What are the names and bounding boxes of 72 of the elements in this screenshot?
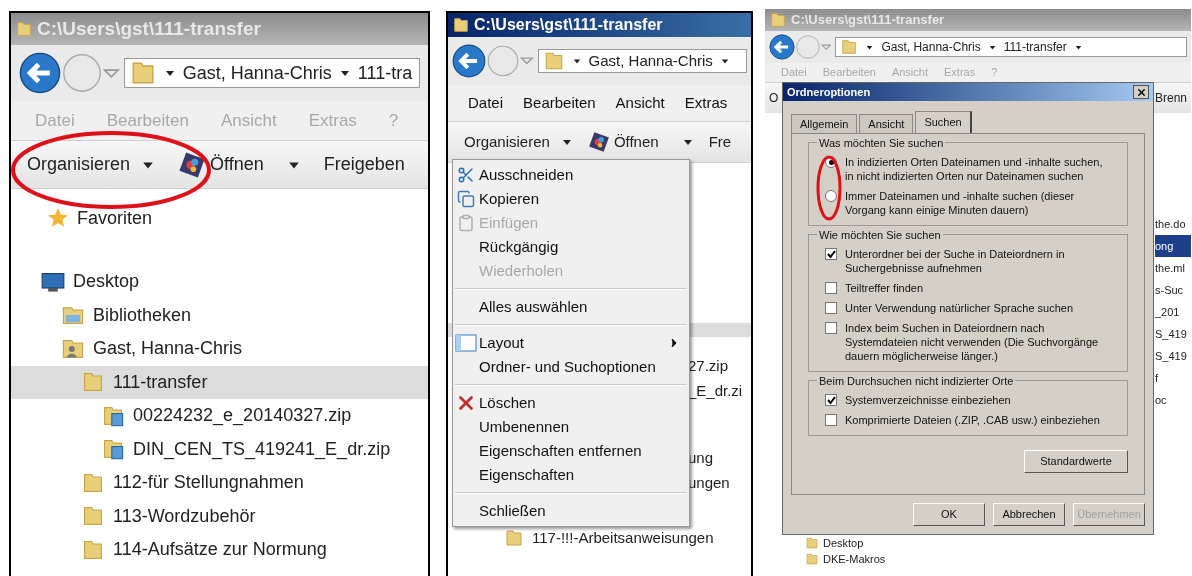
toolbar-button[interactable]: Brenn <box>1155 91 1188 105</box>
file-name[interactable]: oc <box>1155 389 1191 411</box>
window-title: C:\Users\gst\111-transfer <box>37 16 261 41</box>
breadcrumb-item[interactable]: Gast, Hanna-Chris <box>182 59 332 87</box>
toolbar-button[interactable]: Freigeben <box>323 151 405 178</box>
toolbar-button[interactable]: Öffnen <box>587 130 693 154</box>
tree-item[interactable]: 00224232_e_20140327.zip <box>11 399 428 433</box>
option-label: Teiltreffer finden <box>845 281 925 295</box>
file-name[interactable]: the.do <box>1155 213 1191 235</box>
menu-item[interactable]: Eigenschaften entfernen <box>453 439 689 463</box>
dialog-tab[interactable]: Allgemein <box>791 114 858 133</box>
menu-item[interactable]: Alles auswählen <box>453 295 689 319</box>
dialog-tab[interactable]: Ansicht <box>859 114 914 133</box>
window-title: C:\Users\gst\111-transfer <box>474 15 663 35</box>
menu-item[interactable]: Ordner- und Suchoptionen <box>453 355 689 379</box>
file-name[interactable]: s-Suc <box>1155 279 1191 301</box>
file-name[interactable]: _E_dr.zi <box>688 380 751 405</box>
tree-item[interactable]: DKE-Makros <box>823 550 886 568</box>
address-field[interactable]: Gast, Hanna-Chris 111-transfer <box>835 37 1187 57</box>
tree-item[interactable]: 114-Aufsätze zur Normung <box>11 533 428 567</box>
menu-item[interactable]: Datei <box>468 91 504 115</box>
file-name[interactable]: 27.zip <box>688 355 751 380</box>
breadcrumb-item[interactable]: 111-transfer <box>1003 38 1067 56</box>
window-title: C:\Users\gst\111-transfer <box>791 11 945 30</box>
tree-item[interactable]: Bibliotheken <box>11 298 428 332</box>
favorites-label[interactable]: Favoriten <box>77 204 153 232</box>
option-label: Index beim Suchen in Dateiordnern nach Systemdateien nicht verwenden (Die Suchvorgänge dauern möglicherweise länger.) <box>845 321 1100 363</box>
option-label: Komprimierte Dateien (.ZIP, .CAB usw.) einbeziehen <box>845 413 1101 427</box>
dialog-button[interactable]: OK <box>913 503 985 526</box>
option-label: Unter Verwendung natürlicher Sprache suchen <box>845 301 1075 315</box>
menu-item[interactable]: Umbenennen <box>453 415 689 439</box>
menu-item[interactable]: Kopieren <box>453 187 689 211</box>
menu-item[interactable]: Ansicht <box>615 91 665 115</box>
option-label: Systemverzeichnisse einbeziehen <box>845 393 1012 407</box>
toolbar-button[interactable]: Organisieren <box>464 130 572 154</box>
option-label: Unterordner bei der Suche in Dateiordnern in Suchergebnisse aufnehmen <box>845 247 1066 275</box>
tree-item[interactable]: 112-für Stellungnahmen <box>11 466 428 500</box>
breadcrumb-item[interactable]: 111-tra <box>357 59 413 87</box>
defaults-button[interactable]: Standardwerte <box>1024 450 1128 473</box>
option-label: In indizierten Orten Dateinamen und -inhalte suchen, in nicht indizierten Orten nur Dateinamen suchen <box>845 155 1104 183</box>
toolbar-button[interactable]: Öffnen <box>178 150 300 179</box>
file-name[interactable]: S_419 <box>1155 323 1191 345</box>
toolbar-button[interactable]: Fre <box>708 130 732 154</box>
menu-item[interactable]: Ausschneiden <box>453 163 689 187</box>
option-label: Immer Dateinamen und -inhalte suchen (dieser Vorgang kann einige Minuten dauern) <box>845 189 1076 217</box>
menu-item[interactable]: Bearbeiten <box>523 91 596 115</box>
folder-name[interactable]: 117-!!!-Arbeitsanweisungen <box>532 527 714 550</box>
tree-item[interactable]: Desktop <box>823 534 864 552</box>
menu-item[interactable]: Schließen <box>453 499 689 523</box>
file-name[interactable]: S_419 <box>1155 345 1191 367</box>
menu-item[interactable]: Layout <box>453 331 689 355</box>
tree-item[interactable]: Desktop <box>11 265 428 299</box>
menu-item[interactable]: Rückgängig <box>453 235 689 259</box>
file-name[interactable]: ong <box>1155 235 1191 257</box>
address-field[interactable]: Gast, Hanna-Chris 111-tra <box>123 58 420 88</box>
dialog-button[interactable]: Abbrechen <box>993 503 1065 526</box>
tree-item[interactable]: Gast, Hanna-Chris <box>11 332 428 366</box>
menu-item[interactable]: Löschen <box>453 391 689 415</box>
address-field[interactable]: Gast, Hanna-Chris <box>537 48 747 74</box>
toolbar-button[interactable]: O <box>769 89 779 107</box>
tree-item[interactable]: 111-transfer <box>11 365 428 399</box>
file-name[interactable]: the.ml <box>1155 257 1191 279</box>
file-name[interactable]: f <box>1155 367 1191 389</box>
tree-item[interactable]: DIN_CEN_TS_419241_E_dr.zip <box>11 432 428 466</box>
menu-item[interactable]: Extras <box>684 91 728 115</box>
breadcrumb-item[interactable]: Gast, Hanna-Chris <box>881 38 981 56</box>
dialog-tab[interactable]: Suchen <box>915 111 972 133</box>
dialog-title: Ordneroptionen <box>787 84 871 100</box>
tree-item[interactable]: 113-Wordzubehör <box>11 499 428 533</box>
file-name[interactable]: _201 <box>1155 301 1191 323</box>
menu-item[interactable]: Eigenschaften <box>453 463 689 487</box>
folder-name[interactable]: ungen <box>688 472 751 497</box>
